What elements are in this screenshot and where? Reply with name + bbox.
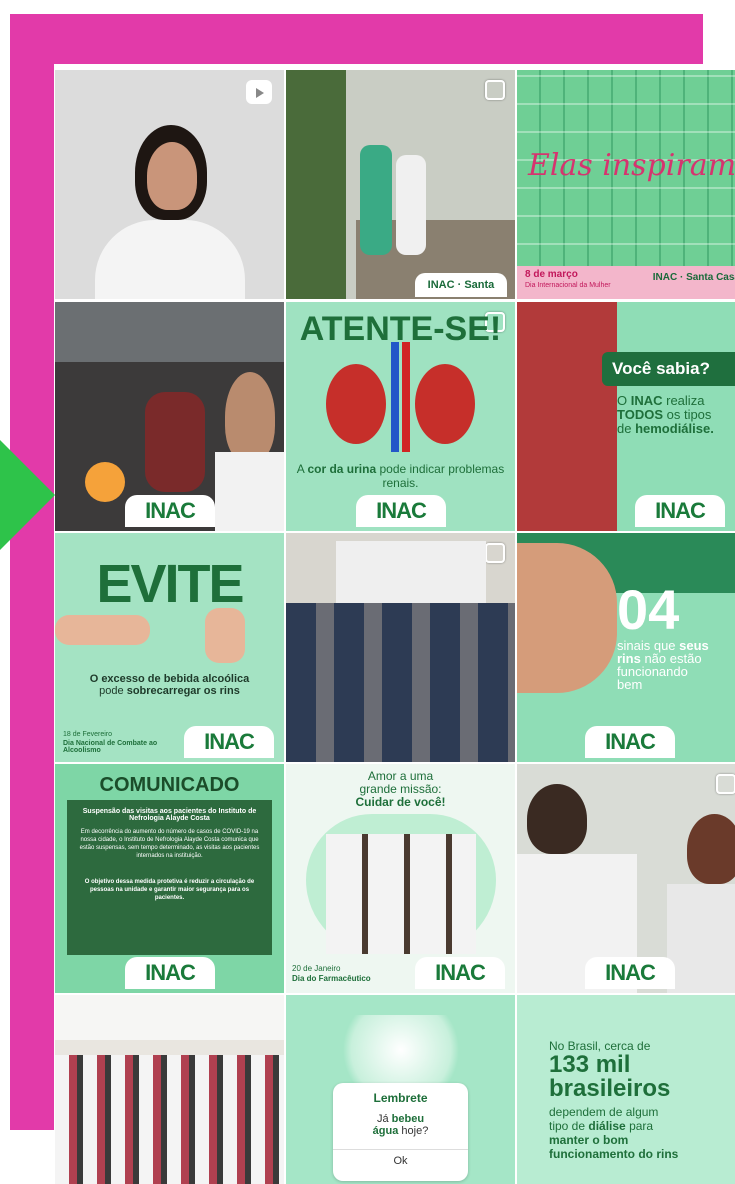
inac-logo: INAC (635, 495, 725, 527)
post-voce-sabia[interactable]: Você sabia? O INAC realiza TODOS os tipo… (517, 302, 735, 531)
man-selfie (225, 372, 275, 462)
post-lembrete-agua[interactable]: Lembrete Já bebeu água hoje? Ok (286, 995, 515, 1184)
voce-sabia-banner: Você sabia? (602, 352, 735, 386)
atente-se-title: ATENTE-SE! (299, 310, 502, 348)
sinais-text: sinais que seus rins não estão funcionan… (617, 638, 709, 692)
post-team-group-photo[interactable] (286, 533, 515, 762)
evite-caption: Dia Nacional de Combate ao Alcoolismo (63, 740, 158, 754)
photo-mosaic (517, 70, 735, 299)
ceiling (55, 995, 284, 1040)
post-two-nurses[interactable]: INAC · Santa Casa (286, 70, 515, 299)
comunicado-body: Em decorrência do aumento do número de c… (79, 829, 260, 859)
nurse-head (527, 784, 587, 854)
vein-icon (391, 342, 399, 452)
lembrete-dialog: Lembrete Já bebeu água hoje? Ok (333, 1083, 468, 1181)
inac-logo: INAC (585, 957, 675, 989)
patient (145, 392, 205, 492)
comunicado-head: Suspensão das visitas aos pacientes do I… (82, 808, 257, 822)
post-04-sinais[interactable]: 04 sinais que seus rins não estão funcio… (517, 533, 735, 762)
ceiling (55, 302, 284, 362)
amor-missao-text: Amor a uma grande missão: Cuidar de você… (355, 769, 446, 809)
kidney-right-icon (415, 364, 475, 444)
evite-title: EVITE (96, 554, 244, 614)
post-133-mil[interactable]: No Brasil, cerca de 133 mil brasileiros … (517, 995, 735, 1184)
04-number: 04 (617, 578, 680, 641)
urine-color-text: A cor da urina pode indicar problemas re… (296, 462, 505, 490)
evite-date: 18 de Fevereiro (63, 731, 113, 738)
women-day-label: Dia Internacional da Mulher (525, 282, 611, 289)
comunicado-title: COMUNICADO (67, 774, 272, 797)
post-atente-se[interactable]: ATENTE-SE! A cor da urina pode indicar p… (286, 302, 515, 531)
inac-logo: INAC (184, 726, 274, 758)
date-banner: 8 de março Dia Internacional da Mulher I… (517, 266, 735, 299)
date-label: 8 de março (525, 269, 578, 280)
patient-shirt (667, 884, 735, 993)
elas-inspiram-script: Elas inspiram (527, 148, 735, 183)
inac-logo: INAC · Santa Casa (415, 273, 507, 297)
balloon (85, 462, 125, 502)
artery-icon (402, 342, 410, 452)
white-shirt (215, 452, 284, 531)
evite-text: O excesso de bebida alcoólica pode sobre… (89, 673, 250, 697)
water-splash (326, 1015, 476, 1085)
magenta-frame-left (10, 14, 54, 1130)
post-doctor-video[interactable] (55, 70, 284, 299)
magenta-frame-top (10, 14, 703, 64)
inac-logo: INAC (415, 957, 505, 989)
arm-photo (517, 302, 617, 531)
comunicado-bold: O objetivo dessa medida protetiva é redu… (84, 879, 255, 901)
kidney-left-icon (326, 364, 386, 444)
voce-sabia-title: Você sabia? (612, 359, 710, 378)
dialise-text: dependem de algum tipo de diálise para m… (549, 1105, 679, 1161)
doctor-coat (95, 220, 245, 299)
nurse-white (396, 155, 426, 255)
ok-button[interactable]: Ok (333, 1155, 468, 1167)
inac-logo: INAC (585, 726, 675, 758)
green-arrow-icon (0, 440, 55, 550)
post-hemodialysis-room[interactable]: INAC (55, 302, 284, 531)
doctor-face (147, 142, 197, 210)
patient-head (687, 814, 735, 884)
brasileiros-label: brasileiros (549, 1075, 671, 1102)
dialog-divider (333, 1149, 468, 1150)
post-vaccination[interactable]: INAC (517, 764, 735, 993)
133-mil-label: 133 mil (549, 1051, 631, 1078)
projector-screen (336, 541, 486, 611)
pharmacists-photo (326, 834, 476, 954)
comunicado-box: COMUNICADO Suspensão das visitas aos pac… (67, 774, 272, 955)
plant (286, 70, 346, 299)
lembrete-text: Já bebeu água hoje? (372, 1113, 429, 1137)
lembrete-title: Lembrete (373, 1091, 428, 1105)
belly-photo (517, 543, 617, 693)
staff-people (55, 1055, 284, 1184)
inac-logo: INAC · Santa Casa (652, 272, 735, 283)
group-people (286, 603, 515, 762)
carousel-icon (485, 543, 505, 563)
hand-stop (205, 608, 245, 663)
farmaceutico-caption: Dia do Farmacêutico (292, 974, 371, 983)
post-evite-alcool[interactable]: EVITE O excesso de bebida alcoólica pode… (55, 533, 284, 762)
carousel-icon (716, 774, 735, 794)
post-dia-do-farmaceutico[interactable]: Amor a uma grande missão: Cuidar de você… (286, 764, 515, 993)
inac-logo: INAC (125, 495, 215, 527)
inac-logo: INAC (356, 495, 446, 527)
voce-sabia-text: O INAC realiza TODOS os tipos de hemodiá… (617, 393, 714, 436)
post-staff-group[interactable] (55, 995, 284, 1184)
instagram-post-grid: INAC · Santa Casa Elas inspiram 8 de mar… (55, 70, 735, 1184)
hand-bottle (55, 615, 150, 645)
carousel-icon (485, 80, 505, 100)
inac-logo: INAC (125, 957, 215, 989)
reels-icon (246, 80, 272, 104)
post-comunicado[interactable]: COMUNICADO Suspensão das visitas aos pac… (55, 764, 284, 993)
farmaceutico-date: 20 de Janeiro (292, 964, 341, 973)
post-elas-inspiram[interactable]: Elas inspiram 8 de março Dia Internacion… (517, 70, 735, 299)
nurse-green (360, 145, 392, 255)
